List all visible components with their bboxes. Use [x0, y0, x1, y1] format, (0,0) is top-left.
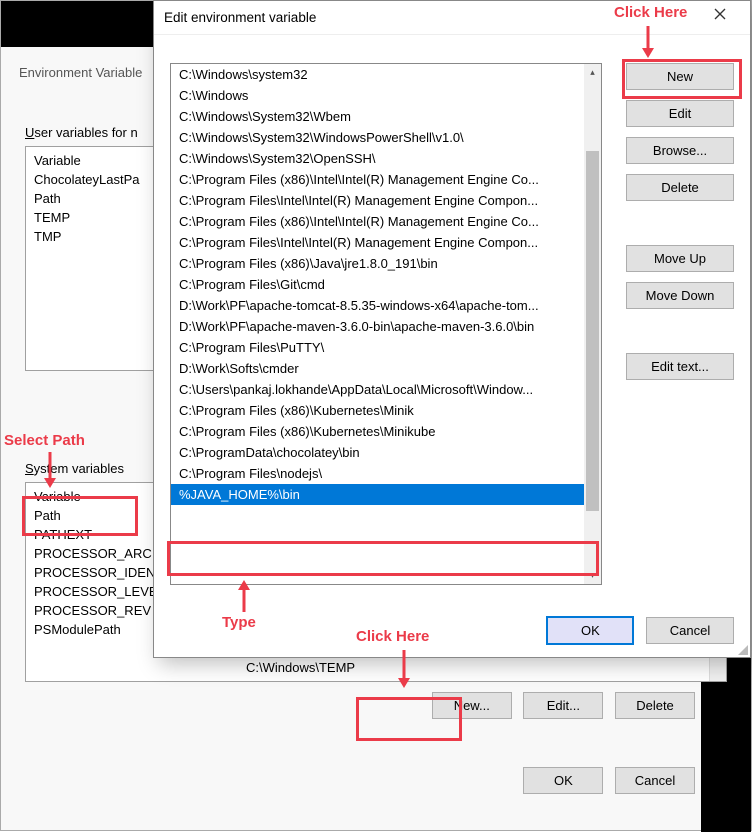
move-down-button[interactable]: Move Down — [626, 282, 734, 309]
path-item[interactable]: C:\ProgramData\chocolatey\bin — [171, 442, 601, 463]
scroll-up-icon[interactable]: ▴ — [584, 64, 601, 81]
cancel-button[interactable]: Cancel — [646, 617, 734, 644]
scroll-thumb[interactable] — [586, 151, 599, 511]
path-item[interactable]: C:\Program Files (x86)\Intel\Intel(R) Ma… — [171, 211, 601, 232]
path-item[interactable]: D:\Work\PF\apache-tomcat-8.5.35-windows-… — [171, 295, 601, 316]
close-button[interactable] — [700, 5, 740, 31]
resize-grip-icon[interactable] — [736, 643, 748, 655]
path-item[interactable]: C:\Program Files\Git\cmd — [171, 274, 601, 295]
edit-button[interactable]: Edit — [626, 100, 734, 127]
new-button[interactable]: New — [626, 63, 734, 90]
ok-button[interactable]: OK — [546, 616, 634, 645]
bottom-buttons: OK Cancel — [538, 616, 734, 645]
path-item[interactable]: C:\Windows\system32 — [171, 64, 601, 85]
path-item[interactable]: C:\Windows\System32\WindowsPowerShell\v1… — [171, 127, 601, 148]
path-item[interactable]: C:\Program Files\PuTTY\ — [171, 337, 601, 358]
scroll-down-icon[interactable]: ▾ — [584, 567, 601, 584]
system-vars-button-row: New... Edit... Delete — [9, 682, 713, 729]
ok-button[interactable]: OK — [523, 767, 603, 794]
dialog-button-row: OK Cancel — [9, 757, 713, 804]
close-icon — [714, 8, 726, 20]
path-item[interactable]: D:\Work\Softs\cmder — [171, 358, 601, 379]
path-item[interactable]: C:\Users\pankaj.lokhande\AppData\Local\M… — [171, 379, 601, 400]
scrollbar[interactable]: ▴ ▾ — [584, 64, 601, 584]
path-item[interactable]: %JAVA_HOME%\bin — [171, 484, 601, 505]
path-item[interactable]: C:\Program Files (x86)\Java\jre1.8.0_191… — [171, 253, 601, 274]
edit-button[interactable]: Edit... — [523, 692, 603, 719]
path-item[interactable]: C:\Program Files (x86)\Kubernetes\Miniku… — [171, 421, 601, 442]
move-up-button[interactable]: Move Up — [626, 245, 734, 272]
path-item[interactable]: C:\Program Files\Intel\Intel(R) Manageme… — [171, 232, 601, 253]
path-item[interactable]: C:\Windows — [171, 85, 601, 106]
path-list[interactable]: C:\Windows\system32C:\WindowsC:\Windows\… — [170, 63, 602, 585]
path-item[interactable]: C:\Program Files (x86)\Kubernetes\Minik — [171, 400, 601, 421]
path-item[interactable]: C:\Program Files (x86)\Intel\Intel(R) Ma… — [171, 169, 601, 190]
edit-text-button[interactable]: Edit text... — [626, 353, 734, 380]
dialog-body: C:\Windows\system32C:\WindowsC:\Windows\… — [170, 63, 734, 645]
path-item[interactable]: D:\Work\PF\apache-maven-3.6.0-bin\apache… — [171, 316, 601, 337]
dialog-title: Edit environment variable — [164, 10, 316, 25]
delete-button[interactable]: Delete — [615, 692, 695, 719]
side-buttons: New Edit Browse... Delete Move Up Move D… — [626, 63, 734, 390]
path-item[interactable]: C:\Program Files\Intel\Intel(R) Manageme… — [171, 190, 601, 211]
cancel-button[interactable]: Cancel — [615, 767, 695, 794]
path-item[interactable]: C:\Windows\System32\OpenSSH\ — [171, 148, 601, 169]
parent-dialog-title: Environment Variable — [9, 59, 152, 86]
path-item[interactable]: C:\Windows\System32\Wbem — [171, 106, 601, 127]
decorative-strip — [1, 1, 153, 47]
delete-button[interactable]: Delete — [626, 174, 734, 201]
titlebar: Edit environment variable — [154, 1, 750, 35]
list-item-value: C:\Windows\TEMP — [246, 658, 355, 677]
edit-environment-variable-dialog: Edit environment variable C:\Windows\sys… — [153, 0, 751, 658]
browse-button[interactable]: Browse... — [626, 137, 734, 164]
path-item[interactable]: C:\Program Files\nodejs\ — [171, 463, 601, 484]
new-button[interactable]: New... — [432, 692, 512, 719]
